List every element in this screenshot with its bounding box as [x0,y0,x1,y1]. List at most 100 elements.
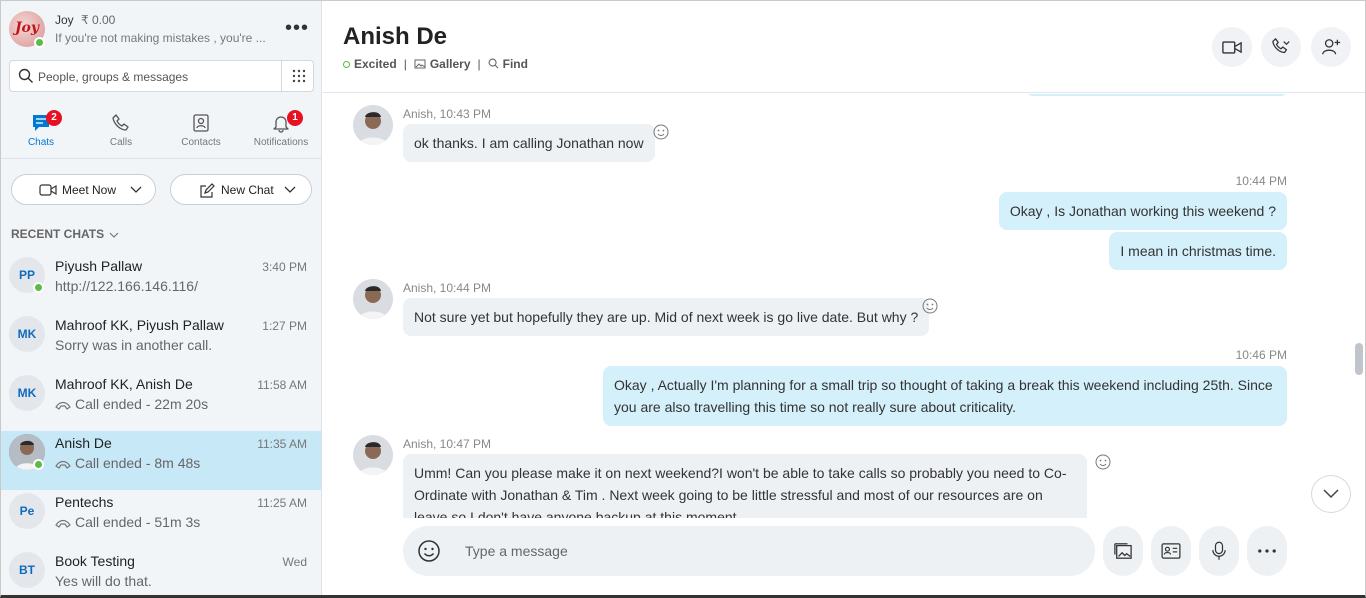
search-icon [18,68,33,83]
chat-list-item[interactable]: MK Mahroof KK, Anish De 11:58 AM Call en… [1,372,321,431]
media-gallery-icon [1114,543,1132,559]
person-photo-icon [353,279,393,319]
chevron-down-icon [130,186,142,193]
chats-badge: 2 [46,110,62,126]
emoji-reaction-icon[interactable] [1095,454,1111,470]
chat-time: 3:40 PM [262,260,307,274]
gallery-icon [414,59,426,69]
avatar[interactable] [353,105,393,145]
meet-now-button[interactable]: Meet Now [11,174,156,205]
chat-preview: http://122.166.146.116/ [55,278,198,294]
message-bubble-partial [1027,94,1287,96]
message-time: 10:46 PM [1235,348,1287,362]
new-chat-label: New Chat [221,183,274,197]
conversation-subheader: Excited | Gallery | Find [343,57,528,71]
contact-card-icon [1161,543,1181,559]
tab-calls[interactable]: Calls [81,101,161,159]
chat-name: Anish De [55,435,112,451]
chat-list-item[interactable]: PP Piyush Pallaw 3:40 PM http://122.166.… [1,254,321,313]
recent-chats-label: RECENT CHATS [11,227,105,241]
phone-icon [112,114,129,131]
chat-time: 11:25 AM [257,496,307,510]
gallery-link[interactable]: Gallery [414,57,471,71]
emoji-reaction-icon[interactable] [653,124,669,140]
tab-notifications-label: Notifications [253,137,309,148]
send-file-button[interactable] [1103,526,1143,576]
chat-name: Book Testing [55,553,135,569]
chat-preview-text: Call ended - 8m 48s [75,455,201,471]
send-contact-button[interactable] [1151,526,1191,576]
search-input[interactable] [38,67,278,87]
status-dot-icon [343,61,350,68]
message-list: Anish, 10:43 PM ok thanks. I am calling … [323,94,1365,518]
emoji-icon[interactable] [417,539,441,563]
incoming-message[interactable]: Umm! Can you please make it on next week… [403,454,1087,518]
outgoing-message[interactable]: Okay , Actually I'm planning for a small… [603,366,1287,426]
conversation-pane: Anish De Excited | Gallery | Find Anish,… [323,1,1365,595]
chat-time: 11:35 AM [257,437,307,451]
chat-preview-text: Call ended - 22m 20s [75,396,209,412]
chat-preview: Call ended - 8m 48s [55,455,200,471]
chevron-down-icon [284,186,296,193]
message-sender-time: Anish, 10:44 PM [403,281,492,295]
outgoing-message[interactable]: Okay , Is Jonathan working this weekend … [998,192,1287,230]
conversation-header: Anish De Excited | Gallery | Find [323,1,1365,93]
meet-now-label: Meet Now [62,183,117,197]
dialpad-icon [292,69,305,83]
divider: | [477,57,481,71]
emoji-reaction-icon[interactable] [922,298,938,314]
chat-name: Piyush Pallaw [55,258,143,274]
new-chat-button[interactable]: New Chat [170,174,312,205]
video-icon [39,184,57,196]
video-call-button[interactable] [1212,27,1252,67]
tab-chats[interactable]: 2 Chats [1,101,81,159]
notifications-badge: 1 [287,110,303,126]
more-actions-button[interactable] [1247,526,1287,576]
presence-online-icon [33,282,44,293]
scroll-to-bottom-button[interactable] [1311,475,1351,513]
search-icon [488,58,499,69]
message-input[interactable] [465,541,1065,561]
person-photo-icon [353,435,393,475]
dialpad-button[interactable] [281,61,315,91]
record-audio-button[interactable] [1199,526,1239,576]
avatar[interactable] [353,279,393,319]
more-horizontal-icon [1258,549,1276,553]
contacts-icon [193,114,209,132]
outgoing-message[interactable]: I mean in christmas time. [1109,232,1287,270]
chat-list-item[interactable]: BT Book Testing Wed Yes will do that. [1,549,321,595]
chat-list-item[interactable]: Pe Pentechs 11:25 AM Call ended - 51m 3s [1,490,321,549]
avatar[interactable] [353,435,393,475]
more-options-icon[interactable]: ••• [285,17,309,40]
tab-contacts[interactable]: Contacts [161,101,241,159]
chat-list-item[interactable]: MK Mahroof KK, Piyush Pallaw 1:27 PM Sor… [1,313,321,372]
chat-preview-text: Call ended - 51m 3s [75,514,201,530]
phone-dropdown-icon [1272,38,1290,54]
profile-name-row[interactable]: Joy ₹ 0.00 [55,13,115,27]
skype-window: Joy Joy ₹ 0.00 If you're not making mist… [0,0,1366,598]
gallery-label: Gallery [429,57,471,71]
scrollbar-thumb[interactable] [1355,343,1363,375]
incoming-message[interactable]: ok thanks. I am calling Jonathan now [403,124,655,162]
chevron-down-icon [1323,489,1339,499]
chat-list: PP Piyush Pallaw 3:40 PM http://122.166.… [1,254,321,595]
conversation-title[interactable]: Anish De [343,23,447,51]
divider: | [403,57,407,71]
chat-name: Mahroof KK, Piyush Pallaw [55,317,224,333]
call-ended-icon [55,402,71,410]
find-link[interactable]: Find [488,57,528,71]
add-people-button[interactable] [1311,27,1351,67]
incoming-message[interactable]: Not sure yet but hopefully they are up. … [403,298,930,336]
audio-call-button[interactable] [1261,27,1301,67]
call-ended-icon [55,520,71,528]
chevron-down-icon [110,232,119,238]
avatar: MK [9,316,45,352]
recent-chats-header[interactable]: RECENT CHATS [11,227,119,241]
chat-list-item-selected[interactable]: Anish De 11:35 AM Call ended - 8m 48s [1,431,321,490]
chat-preview: Call ended - 22m 20s [55,396,208,412]
presence-online-icon [33,459,44,470]
profile-mood-message[interactable]: If you're not making mistakes , you're .… [55,31,266,45]
contact-mood: Excited [354,57,397,71]
tab-notifications[interactable]: 1 Notifications [241,101,321,159]
find-label: Find [502,57,528,71]
